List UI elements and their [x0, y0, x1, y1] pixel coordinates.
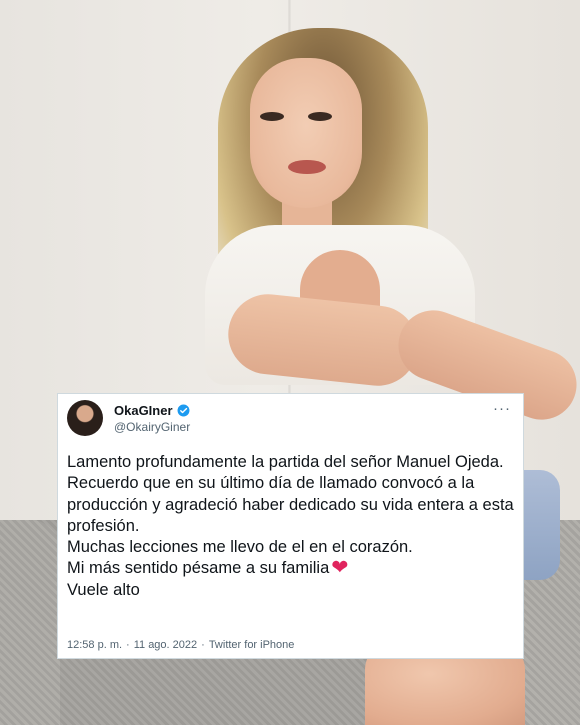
- right-eye: [308, 112, 332, 121]
- tweet-line: Mi más sentido pésame a su familia: [67, 559, 330, 578]
- tweet-card[interactable]: OkaGIner @OkairyGiner ··· Lamento profun…: [57, 393, 524, 659]
- lips: [288, 160, 326, 174]
- avatar[interactable]: [67, 400, 103, 436]
- meta-separator: ·: [126, 639, 130, 651]
- tweet-text: Lamento profundamente la partida del señ…: [67, 452, 517, 601]
- tweet-line: Muchas lecciones me llevo de el en el co…: [67, 538, 413, 557]
- tweet-line: Recuerdo que en su último día de llamado…: [67, 474, 514, 535]
- tweet-line: Vuele alto: [67, 580, 140, 599]
- left-eye: [260, 112, 284, 121]
- author-name-row: OkaGIner: [114, 403, 190, 418]
- more-options-icon[interactable]: ···: [493, 400, 511, 417]
- meta-separator: ·: [201, 639, 205, 651]
- tweet-line: Lamento profundamente la partida del señ…: [67, 453, 504, 471]
- face: [250, 58, 362, 208]
- couch-arm-left: [0, 520, 60, 725]
- tweet-meta: 12:58 p. m. · 11 ago. 2022 · Twitter for…: [67, 639, 294, 651]
- tweet-time[interactable]: 12:58 p. m.: [67, 639, 122, 651]
- tweet-date[interactable]: 11 ago. 2022: [134, 639, 197, 651]
- display-name[interactable]: OkaGIner: [114, 403, 173, 418]
- tweet-line-with-heart: Mi más sentido pésame a su familia ❤: [67, 557, 517, 580]
- heart-emoji: ❤: [331, 557, 349, 580]
- verified-badge-icon: [177, 404, 189, 417]
- tweet-source[interactable]: Twitter for iPhone: [209, 639, 295, 651]
- handle[interactable]: @OkairyGiner: [114, 420, 190, 434]
